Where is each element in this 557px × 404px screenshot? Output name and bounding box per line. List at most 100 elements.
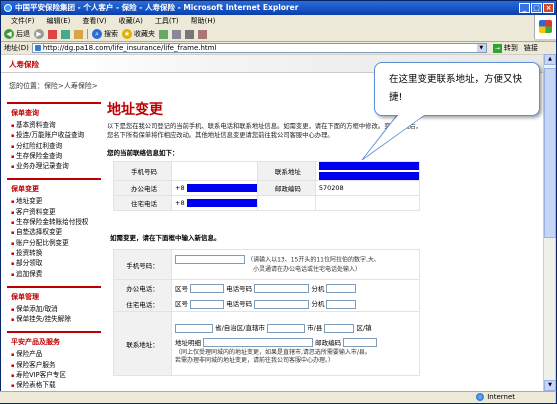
sidebar-item-vip[interactable]: 寿险VIP客户专区 xyxy=(7,371,101,381)
office-ext-input[interactable] xyxy=(326,284,357,293)
mobile-note-2: 小灵通请在办公电话或住宅电话处输入） xyxy=(253,265,362,273)
mail-icon[interactable] xyxy=(172,29,181,39)
office-area-code-input[interactable] xyxy=(190,284,225,293)
office-phone-label: 办公电话 xyxy=(113,180,172,196)
internet-globe-icon xyxy=(476,393,485,401)
menu-file[interactable]: 文件(F) xyxy=(5,15,41,27)
security-zone: Internet xyxy=(476,393,515,401)
current-info-label: 您的当前联络信息如下： xyxy=(107,149,179,157)
sidebar-item-transfer-auth[interactable]: 生存保险金转账给付授权 xyxy=(7,218,101,228)
postcode-value: 570208 xyxy=(314,180,421,196)
scroll-down-icon[interactable]: ▼ xyxy=(544,380,556,391)
stop-icon[interactable] xyxy=(48,29,57,39)
minimize-button[interactable]: _ xyxy=(519,3,530,13)
go-button[interactable]: → 转到 xyxy=(492,43,518,53)
office-phone-value: +8 xyxy=(171,180,258,196)
back-arrow-icon: ◀ xyxy=(4,29,14,39)
intro-text: 以下是您在我公司登记的当前手机、联系电话和联系地址信息。如需变更，请在下面的方框… xyxy=(107,123,422,139)
sidebar-head-policy-query: 保单查询 xyxy=(7,102,101,121)
sidebar-item-top-up[interactable]: 追加保费 xyxy=(7,270,101,280)
windows-logo xyxy=(534,15,556,39)
favorites-button[interactable]: ★ 收藏夹 xyxy=(122,29,155,39)
mobile-value xyxy=(171,161,258,181)
maximize-button[interactable]: □ xyxy=(531,3,542,13)
vertical-scrollbar[interactable]: ▲ ▼ xyxy=(543,54,556,391)
sidebar: 保单查询 基本资料查询 投连/万能账户收益查询 分红险红利查询 生存保险金查询 … xyxy=(7,100,101,390)
sidebar-item-basic-info[interactable]: 基本资料查询 xyxy=(7,121,101,131)
redacted-address-bar xyxy=(318,172,419,180)
menu-edit[interactable]: 编辑(E) xyxy=(41,15,77,27)
sidebar-item-survival-benefit[interactable]: 生存保险金查询 xyxy=(7,152,101,162)
mobile-note: （请输入以13、15开头的11位阿拉伯的数字,大、 xyxy=(247,256,380,264)
office-phone-input[interactable] xyxy=(254,284,310,293)
menu-help[interactable]: 帮助(H) xyxy=(185,15,222,27)
menu-favorites[interactable]: 收藏(A) xyxy=(113,15,149,27)
sidebar-head-policy-manage: 保单管理 xyxy=(7,285,101,305)
menu-view[interactable]: 查看(V) xyxy=(76,15,112,27)
links-button[interactable]: 链接 xyxy=(524,43,538,53)
address-label: 地址(D) xyxy=(4,44,29,52)
sidebar-item-customer-info[interactable]: 客户资料变更 xyxy=(7,208,101,218)
callout-bubble: 在这里变更联系地址，方便又快捷! xyxy=(374,62,540,116)
refresh-icon[interactable] xyxy=(61,29,70,39)
forward-button[interactable]: ▶ xyxy=(34,29,44,39)
sidebar-item-investment-switch[interactable]: 投资转换 xyxy=(7,249,101,259)
address-dropdown-icon[interactable]: ▼ xyxy=(476,44,486,52)
home-ext-input[interactable] xyxy=(326,299,357,309)
star-icon: ★ xyxy=(122,29,132,39)
address-detail-input[interactable] xyxy=(203,338,314,347)
home-icon[interactable] xyxy=(74,29,83,39)
toolbar: ◀ 后退 ▶ ⌕ 搜索 ★ 收藏夹 xyxy=(1,27,534,41)
sidebar-item-allocation[interactable]: 账户分配比例变更 xyxy=(7,239,101,249)
mobile-input[interactable] xyxy=(175,255,245,265)
province-input[interactable] xyxy=(175,323,213,333)
scroll-thumb[interactable] xyxy=(544,68,556,238)
mobile-label: 手机号码 xyxy=(113,161,172,181)
redacted-phone-bar xyxy=(186,184,257,192)
sidebar-head-policy-change: 保单变更 xyxy=(7,178,101,197)
windows-flag-icon xyxy=(539,20,552,33)
contact-address-value xyxy=(314,161,421,181)
form-home-label: 住宅电话： xyxy=(126,300,159,309)
callout-text: 在这里变更联系地址，方便又快捷! xyxy=(389,74,523,103)
sidebar-item-account-yield[interactable]: 投连/万能账户收益查询 xyxy=(7,131,101,141)
back-button[interactable]: ◀ 后退 xyxy=(4,29,30,39)
sidebar-item-address-change[interactable]: 地址变更 xyxy=(7,197,101,207)
print-icon[interactable] xyxy=(185,29,194,39)
sidebar-item-report-loss[interactable]: 保单挂失/挂失解除 xyxy=(7,315,101,325)
change-form: 手机号码： （请输入以13、15开头的11位阿拉伯的数字,大、 小灵通请在办公电… xyxy=(113,249,420,376)
home-phone-input[interactable] xyxy=(254,299,310,309)
brand-label: 人寿保险 xyxy=(9,60,39,69)
sidebar-item-add-cancel[interactable]: 保单添加/取消 xyxy=(7,305,101,315)
sidebar-item-customer-service[interactable]: 保险客户服务 xyxy=(7,361,101,371)
postcode-input[interactable] xyxy=(343,338,378,347)
sidebar-item-dividend[interactable]: 分红险红利查询 xyxy=(7,142,101,152)
sidebar-item-records[interactable]: 业务办理记录查询 xyxy=(7,162,101,172)
home-area-code-input[interactable] xyxy=(190,299,225,309)
search-button[interactable]: ⌕ 搜索 xyxy=(92,29,118,39)
ie-icon xyxy=(4,4,12,12)
title-bar: 中国平安保险集团 - 个人客户 - 保险 - 人寿保险 - Microsoft … xyxy=(1,1,556,15)
form-row-phones: 办公电话： 住宅电话： 区号 电话号码 分机 区号 电话号码 分机 xyxy=(113,279,420,312)
edit-icon[interactable] xyxy=(198,29,207,39)
form-row-address: 联系地址： 省/自治区/直辖市 市/县 区/镇 地址明细 邮政编码 （同上仅受理… xyxy=(113,311,420,376)
menu-tools[interactable]: 工具(T) xyxy=(149,15,185,27)
form-row-mobile: 手机号码： （请输入以13、15开头的11位阿拉伯的数字,大、 小灵通请在办公电… xyxy=(113,249,420,280)
history-icon[interactable] xyxy=(159,29,168,39)
sidebar-item-auto-pay[interactable]: 自垫选择权变更 xyxy=(7,228,101,238)
redacted-address-bar xyxy=(318,162,419,170)
status-bar: Internet xyxy=(0,391,555,403)
table-row: 办公电话 +8 邮政编码 570208 xyxy=(113,180,421,196)
sidebar-item-insurance-products[interactable]: 保险产品 xyxy=(7,350,101,360)
table-row: 住宅电话 +8 xyxy=(113,195,421,211)
table-row: 手机号码 联系地址 xyxy=(113,161,421,181)
address-input[interactable]: http://dg.pa18.com/life_insurance/life_f… xyxy=(31,43,487,53)
close-button[interactable]: × xyxy=(543,3,554,13)
scroll-up-icon[interactable]: ▲ xyxy=(544,54,556,65)
district-input[interactable] xyxy=(324,323,355,333)
city-input[interactable] xyxy=(267,323,306,333)
breadcrumb: 您的位置：保险>人寿保险> xyxy=(9,82,98,90)
sidebar-item-partial-withdraw[interactable]: 部分领取 xyxy=(7,259,101,269)
change-info-label: 如需变更，请在下面框中输入新信息。 xyxy=(110,234,221,242)
address-bar: 地址(D) http://dg.pa18.com/life_insurance/… xyxy=(1,41,556,54)
